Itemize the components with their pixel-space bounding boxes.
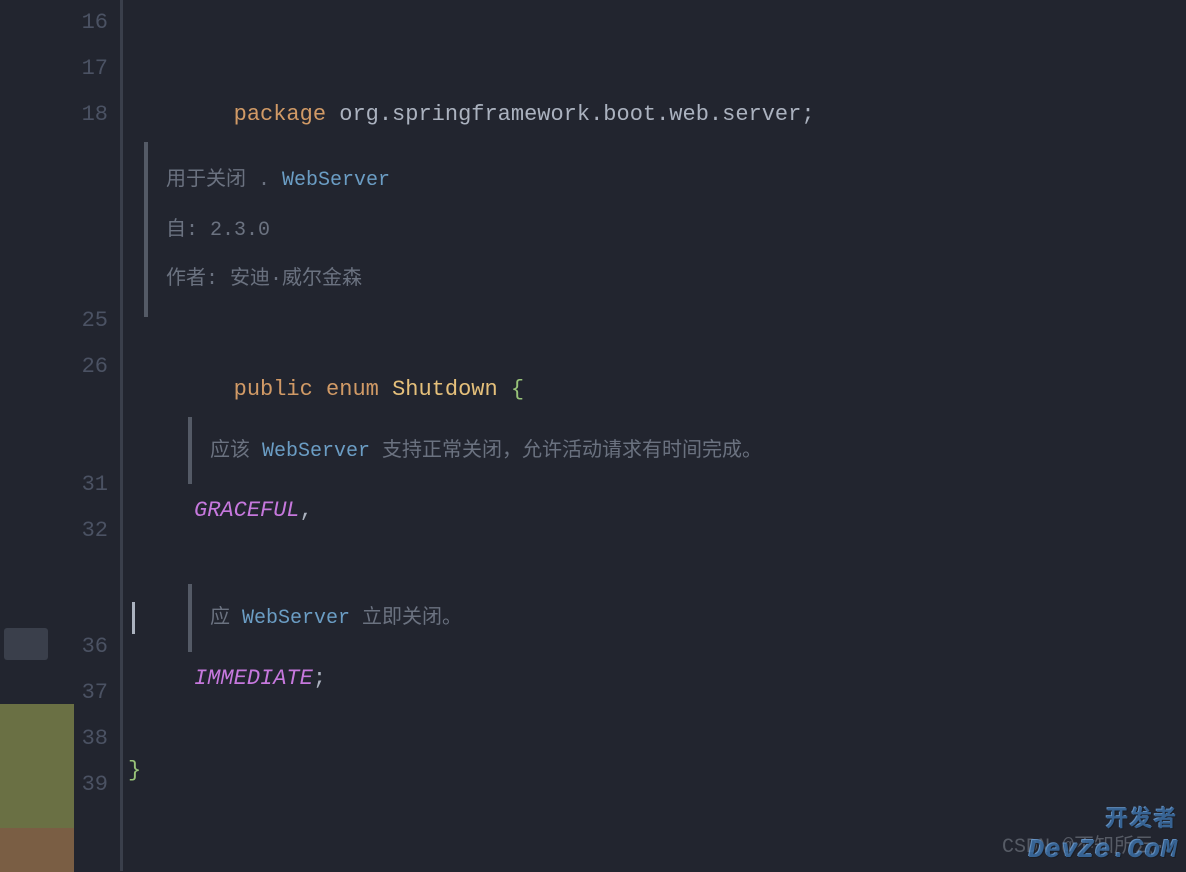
line-number: 17: [52, 46, 108, 92]
line-number: 31: [52, 462, 108, 508]
doc-text: 支持正常关闭，允许活动请求有时间完成。: [370, 440, 762, 463]
editor-sidebar-marks: [0, 0, 52, 871]
enum-value-graceful: GRACEFUL: [194, 498, 300, 523]
code-line[interactable]: [128, 702, 1186, 748]
sidebar-mark-brown: [0, 828, 74, 872]
code-line[interactable]: public enum Shutdown {: [128, 321, 1186, 367]
keyword-public: public: [234, 377, 313, 402]
keyword-package: package: [234, 102, 326, 127]
doc-since-label: 自:: [166, 219, 198, 242]
line-number: 25: [52, 298, 108, 344]
package-name: org.springframework.boot.web.server: [326, 102, 801, 127]
sidebar-mark-olive: [0, 704, 74, 828]
doc-text: 立即关闭。: [350, 607, 462, 630]
code-area[interactable]: package org.springframework.boot.web.ser…: [120, 0, 1186, 871]
doc-since-value: 2.3.0: [198, 219, 270, 242]
sidebar-mark: [4, 628, 48, 660]
doc-link[interactable]: WebServer: [242, 607, 350, 630]
line-number: 26: [52, 344, 108, 390]
semicolon: ;: [801, 102, 814, 127]
close-brace: }: [128, 758, 141, 783]
text-cursor: [132, 602, 135, 634]
doc-row: 用于关闭 . WebServer: [166, 160, 1168, 200]
javadoc-block: 用于关闭 . WebServer 自: 2.3.0 作者: 安迪·威尔金森: [144, 142, 1186, 317]
keyword-enum: enum: [313, 377, 392, 402]
code-border: [120, 0, 123, 871]
class-name: Shutdown: [392, 377, 498, 402]
doc-text: 应该: [210, 440, 262, 463]
watermark-devze: DevZe.CoM: [1029, 835, 1178, 865]
code-line[interactable]: GRACEFUL,: [128, 488, 1186, 534]
code-line[interactable]: package org.springframework.boot.web.ser…: [128, 46, 1186, 92]
comma: ,: [300, 498, 313, 523]
javadoc-block: 应该 WebServer 支持正常关闭，允许活动请求有时间完成。: [188, 417, 1186, 485]
doc-link[interactable]: WebServer: [282, 169, 390, 192]
doc-row: 自: 2.3.0: [166, 210, 1168, 250]
line-number: 36: [52, 624, 108, 670]
code-line[interactable]: }: [128, 748, 1186, 794]
semicolon: ;: [313, 666, 326, 691]
code-line[interactable]: IMMEDIATE;: [128, 656, 1186, 702]
code-line[interactable]: [128, 0, 1186, 46]
doc-author-value: 安迪·威尔金森: [230, 268, 362, 291]
line-number: 18: [52, 92, 108, 138]
doc-link[interactable]: WebServer: [262, 440, 370, 463]
code-editor: 16 17 18 25 26 31 32 36 37 38 39 package…: [0, 0, 1186, 871]
javadoc-block: 应 WebServer 立即关闭。: [188, 584, 1186, 652]
enum-value-immediate: IMMEDIATE: [194, 666, 313, 691]
open-brace: {: [498, 377, 524, 402]
doc-text: 用于关闭 .: [166, 169, 282, 192]
doc-row: 作者: 安迪·威尔金森: [166, 259, 1168, 299]
doc-text: 应: [210, 607, 242, 630]
line-number: 16: [52, 0, 108, 46]
doc-author-label: 作者:: [166, 268, 230, 291]
code-line[interactable]: [128, 534, 1186, 580]
line-number: 32: [52, 508, 108, 554]
